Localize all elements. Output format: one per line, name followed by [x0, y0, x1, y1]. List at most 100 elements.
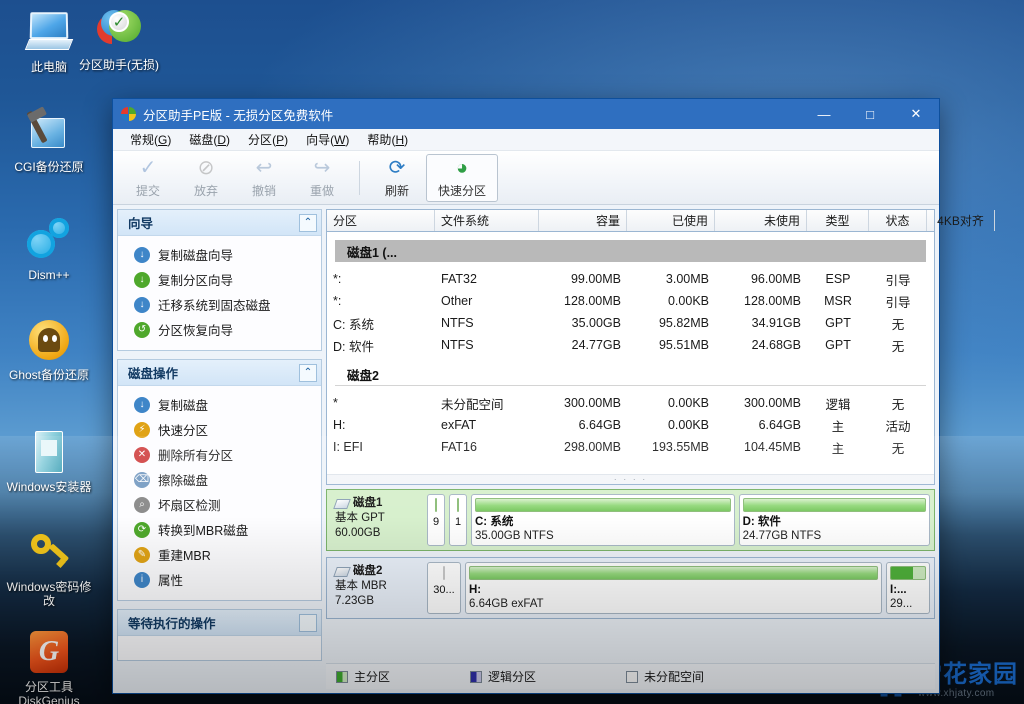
- sidebar-item-quick-partition[interactable]: ⚡ 快速分区: [118, 417, 321, 442]
- cell-aligned: 是: [927, 336, 934, 355]
- table-row[interactable]: H: exFAT 6.64GB 0.00KB 6.64GB 主 活动 是: [327, 414, 934, 436]
- desktop-icon-label: Windows安装器: [6, 480, 92, 494]
- main-area: 分区 文件系统 容量 已使用 未使用 类型 状态 4KB对齐 磁盘1 (... *: FAT32 9…: [326, 209, 995, 689]
- disk-map: 磁盘1 基本 GPT 60.00GB 9 1 C: 系统 35.00GB NTFS D: 软件…: [326, 489, 935, 659]
- disk-group-header[interactable]: 磁盘2: [335, 364, 926, 386]
- column-header-8[interactable]: 4KB对齐: [927, 210, 995, 231]
- column-header-2[interactable]: 文件系统: [435, 210, 539, 231]
- cell-used: 3.00MB: [665, 272, 709, 286]
- toolbar-button-label: 刷新: [384, 184, 409, 198]
- disk-map-partition[interactable]: 9: [427, 494, 445, 546]
- sidebar-item-copy-partition[interactable]: ↓ 复制分区向导: [118, 267, 321, 292]
- menu-item-4[interactable]: 向导(W): [297, 129, 358, 150]
- sidebar-item-label: 复制磁盘: [158, 399, 209, 413]
- sidebar-item-convert-to-mbr[interactable]: ⟳ 转换到MBR磁盘: [118, 517, 321, 542]
- desktop-icon-windows-password[interactable]: Windows密码修改: [6, 528, 92, 608]
- table-row[interactable]: D: 软件 NTFS 24.77GB 95.51MB 24.68GB GPT 无 是: [327, 334, 934, 356]
- disk-map-partition[interactable]: I:... 29...: [886, 562, 930, 614]
- legend-swatch: [470, 670, 483, 683]
- sidebar-item-bad-sector-check[interactable]: ⌕ 坏扇区检测: [118, 492, 321, 517]
- cell-partition: *:: [333, 294, 342, 308]
- desktop-icon-label: Ghost备份还原: [8, 368, 90, 382]
- menu-item-2[interactable]: 磁盘(D): [180, 129, 239, 150]
- disk-map-partition[interactable]: 30...: [427, 562, 461, 614]
- computer-icon: [24, 8, 74, 56]
- desktop-icon-dism[interactable]: Dism++: [6, 216, 92, 282]
- table-row[interactable]: C: 系统 NTFS 35.00GB 95.82MB 34.91GB GPT 无 是: [327, 312, 934, 334]
- disk-map-partition[interactable]: D: 软件 24.77GB NTFS: [738, 494, 930, 546]
- legend-swatch: [626, 670, 639, 683]
- partition-usage-bar: [475, 498, 731, 512]
- cell-used: 95.82MB: [658, 316, 709, 330]
- partition-usage-bar: [742, 498, 926, 512]
- menu-item-accelerator: (W): [330, 133, 350, 147]
- disk-map-partition[interactable]: C: 系统 35.00GB NTFS: [471, 494, 735, 546]
- sidebar-item-label: 分区恢复向导: [158, 324, 234, 338]
- sidebar-item-properties[interactable]: i 属性: [118, 567, 321, 592]
- minimize-button[interactable]: —: [801, 99, 847, 129]
- menu-item-accelerator: (P): [272, 133, 289, 147]
- cell-aligned: 是: [927, 314, 934, 333]
- menu-item-1[interactable]: 常规(G): [121, 129, 180, 150]
- desktop-icon-ghost-backup[interactable]: Ghost备份还原: [6, 316, 92, 382]
- sidebar-item-copy-disk[interactable]: ↓ 复制磁盘向导: [118, 242, 321, 267]
- chevron-up-icon[interactable]: ⌃: [299, 363, 317, 382]
- disk-icon: [333, 498, 351, 509]
- copy-disk-icon: ↓: [134, 246, 150, 263]
- toolbar-button-cancel: ⊘ 放弃: [177, 154, 235, 202]
- cell-type: ESP: [825, 272, 851, 286]
- disk-map-row[interactable]: 磁盘2 基本 MBR 7.23GB 30... H: 6.64GB exFAT I:... 2…: [326, 557, 935, 619]
- column-header-3[interactable]: 容量: [539, 210, 627, 231]
- toolbar-button-check: ✓ 提交: [119, 154, 177, 202]
- desktop-icon-label: Windows密码修改: [6, 580, 92, 608]
- table-row[interactable]: * 未分配空间 300.00MB 0.00KB 300.00MB 逻辑 无 是: [327, 392, 934, 414]
- quick-partition-icon: ⚡: [134, 421, 150, 438]
- menu-item-3[interactable]: 分区(P): [239, 129, 297, 150]
- migrate-os-icon: ↓: [134, 296, 150, 313]
- column-header-6[interactable]: 类型: [807, 210, 869, 231]
- cell-partition: I: EFI: [333, 440, 363, 454]
- column-header-5[interactable]: 未使用: [715, 210, 807, 231]
- panel-header[interactable]: 等待执行的操作: [118, 610, 321, 636]
- disk-map-partition[interactable]: H: 6.64GB exFAT: [465, 562, 882, 614]
- sidebar-item-delete-all-partitions[interactable]: ✕ 删除所有分区: [118, 442, 321, 467]
- chevron-up-icon[interactable]: ⌃: [299, 213, 317, 232]
- horizontal-scrollbar[interactable]: · · · ·: [327, 474, 934, 484]
- table-row[interactable]: *: Other 128.00MB 0.00KB 128.00MB MSR 引导 是: [327, 290, 934, 312]
- partition-sublabel: 35.00GB NTFS: [475, 529, 554, 542]
- panel-header[interactable]: 磁盘操作 ⌃: [118, 360, 321, 386]
- column-header-7[interactable]: 状态: [869, 210, 927, 231]
- table-row[interactable]: *: FAT32 99.00MB 3.00MB 96.00MB ESP 引导 是: [327, 268, 934, 290]
- sidebar-item-rebuild-mbr[interactable]: ✎ 重建MBR: [118, 542, 321, 567]
- disk-map-partition[interactable]: 1: [449, 494, 467, 546]
- disk-group-header[interactable]: 磁盘1 (...: [335, 240, 926, 262]
- sidebar-item-wipe-disk[interactable]: ⌫ 擦除磁盘: [118, 467, 321, 492]
- disk-map-row[interactable]: 磁盘1 基本 GPT 60.00GB 9 1 C: 系统 35.00GB NTFS D: 软件…: [326, 489, 935, 551]
- sidebar-item-partition-recovery[interactable]: ↺ 分区恢复向导: [118, 317, 321, 342]
- column-header-1[interactable]: 分区: [327, 210, 435, 231]
- panel-body: ↓ 复制磁盘向导 ↓ 复制分区向导 ↓ 迁移系统到固态磁盘 ↺ 分区恢复向导: [118, 236, 321, 350]
- partition-label: I:...: [890, 584, 907, 596]
- chevron-up-icon[interactable]: [299, 613, 317, 632]
- sidebar-item-migrate-os[interactable]: ↓ 迁移系统到固态磁盘: [118, 292, 321, 317]
- cell-partition: D: 软件: [333, 339, 374, 354]
- maximize-button[interactable]: □: [847, 99, 893, 129]
- toolbar-button-label: 提交: [135, 184, 160, 198]
- cell-status: 引导: [885, 295, 911, 310]
- panel-header[interactable]: 向导 ⌃: [118, 210, 321, 236]
- toolbar-button-refresh[interactable]: ⟳ 刷新: [368, 154, 426, 202]
- sidebar-item-copy-disk[interactable]: ↓ 复制磁盘: [118, 392, 321, 417]
- desktop-icon-diskgenius[interactable]: G 分区工具DiskGenius: [6, 628, 92, 704]
- column-header-4[interactable]: 已使用: [627, 210, 715, 231]
- desktop-icon-cgi-backup[interactable]: CGI备份还原: [6, 106, 92, 174]
- sidebar-item-label: 快速分区: [158, 424, 209, 438]
- toolbar-button-quick-partition[interactable]: ◕ 快速分区: [426, 153, 498, 202]
- cell-used: 0.00KB: [667, 418, 709, 432]
- ghost-backup-icon: [25, 316, 73, 364]
- desktop-icon-windows-installer[interactable]: Windows安装器: [6, 428, 92, 494]
- table-row[interactable]: I: EFI FAT16 298.00MB 193.55MB 104.45MB 主 无 是: [327, 436, 934, 458]
- desktop-icon-partition-assistant[interactable]: ✓ 分区助手(无损): [76, 6, 162, 72]
- close-button[interactable]: ✕: [893, 99, 939, 129]
- menu-item-5[interactable]: 帮助(H): [358, 129, 417, 150]
- cell-capacity: 35.00GB: [571, 316, 621, 330]
